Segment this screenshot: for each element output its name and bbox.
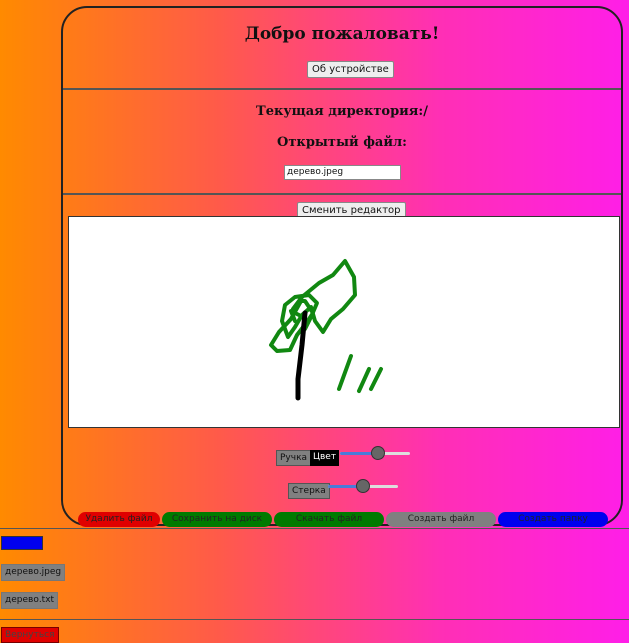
eraser-size-slider[interactable]: [328, 479, 398, 493]
divider: [0, 619, 629, 620]
tree-drawing: [269, 259, 383, 401]
color-picker-button[interactable]: Цвет: [310, 450, 340, 466]
delete-file-button[interactable]: Удалить файл: [78, 512, 160, 527]
separator: [63, 88, 621, 90]
leaves-stroke: [269, 259, 357, 353]
about-device-button[interactable]: Об устройстве: [307, 61, 394, 78]
back-button[interactable]: Вернуться: [1, 627, 59, 643]
welcome-title: Добро пожаловать!: [244, 24, 440, 44]
save-to-disk-button[interactable]: Сохранить на диск: [162, 512, 272, 527]
file-item-txt[interactable]: дерево.txt: [1, 592, 59, 609]
folder-button[interactable]: [1, 536, 43, 550]
trunk-stroke: [295, 310, 308, 401]
current-directory: Текущая директория:/: [256, 104, 428, 119]
create-folder-button[interactable]: Создать папку: [498, 512, 608, 527]
file-item-jpeg[interactable]: дерево.jpeg: [1, 564, 66, 581]
eraser-tool-button[interactable]: Стерка: [288, 483, 330, 499]
main-panel: Добро пожаловать! Об устройстве Текущая …: [61, 6, 623, 527]
open-file-input[interactable]: дерево.jpeg: [284, 165, 401, 180]
separator: [63, 193, 621, 195]
pen-tool-button[interactable]: Ручка: [276, 450, 312, 466]
download-file-button[interactable]: Скачать файл: [274, 512, 384, 527]
open-file-label: Открытый файл:: [277, 135, 407, 150]
eraser-size-knob[interactable]: [356, 479, 370, 493]
grass-stroke-2: [357, 367, 371, 393]
divider: [0, 528, 629, 529]
pen-size-slider[interactable]: [340, 446, 410, 460]
pen-size-knob[interactable]: [371, 446, 386, 460]
drawing-canvas[interactable]: [68, 216, 620, 428]
create-file-button[interactable]: Создать файл: [386, 512, 496, 527]
grass-stroke-1: [337, 354, 353, 391]
grass-stroke-3: [369, 367, 383, 391]
